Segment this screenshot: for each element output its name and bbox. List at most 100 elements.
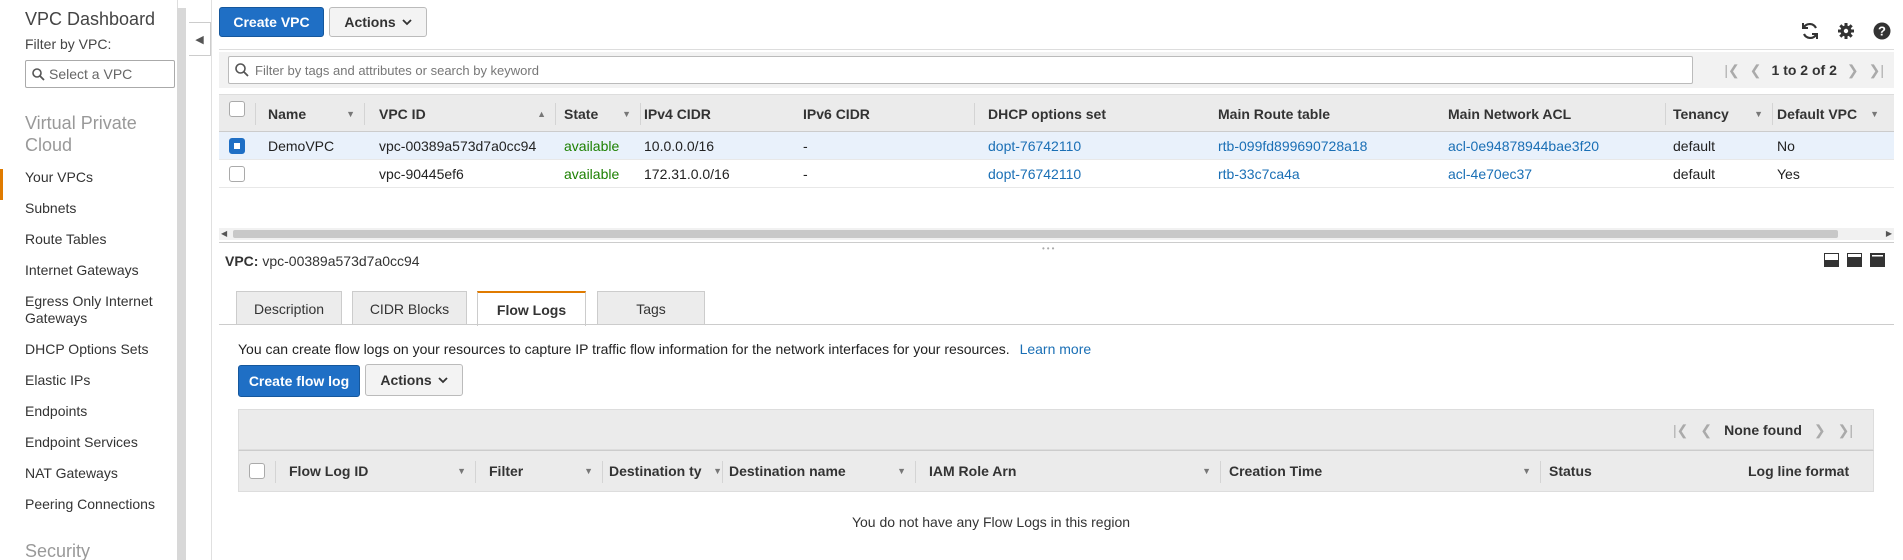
prev-page-icon[interactable]: ❮: [1750, 62, 1762, 79]
table-row[interactable]: vpc-90445ef6 available 172.31.0.0/16 - d…: [219, 160, 1894, 188]
collapse-sidebar-button[interactable]: ◀: [189, 22, 211, 56]
route-table-link[interactable]: rtb-33c7ca4a: [1218, 160, 1300, 188]
column-header-label: Main Route table: [1218, 105, 1331, 122]
column-header-state[interactable]: State ▼: [564, 95, 639, 132]
cell-default-vpc: Yes: [1777, 166, 1800, 182]
cell-name[interactable]: DemoVPC: [268, 132, 334, 160]
sort-icon: ▼: [457, 466, 466, 476]
sidebar-title[interactable]: VPC Dashboard: [25, 9, 155, 30]
column-header-default-vpc[interactable]: Default VPC ▼: [1777, 95, 1887, 132]
sidebar-item-dhcp-options-sets[interactable]: DHCP Options Sets: [0, 341, 175, 372]
last-page-icon[interactable]: ❯|: [1838, 422, 1853, 439]
tab-description[interactable]: Description: [236, 291, 342, 325]
layout-toggle-group: [1824, 253, 1885, 267]
column-header-creation-time[interactable]: Creation Time ▼: [1229, 451, 1539, 491]
column-header-main-network-acl[interactable]: Main Network ACL: [1448, 95, 1648, 132]
row-checkbox[interactable]: [229, 166, 245, 182]
filter-label: Filter by VPC:: [25, 36, 112, 52]
sidebar-item-elastic-ips[interactable]: Elastic IPs: [0, 372, 175, 403]
table-row[interactable]: DemoVPC vpc-00389a573d7a0cc94 available …: [219, 132, 1894, 160]
actions-button[interactable]: Actions: [329, 7, 427, 37]
chevron-left-icon: ◀: [195, 33, 204, 46]
column-header-vpc-id[interactable]: VPC ID ▲: [379, 95, 554, 132]
tab-tags[interactable]: Tags: [597, 291, 705, 325]
first-page-icon[interactable]: |❮: [1724, 62, 1739, 79]
layout-half-icon[interactable]: [1847, 253, 1862, 267]
network-acl-link[interactable]: acl-0e94878944bae3f20: [1448, 132, 1599, 160]
flow-logs-table-header: Flow Log ID ▼ Filter ▼ Destination ty ▼ Des…: [238, 450, 1874, 492]
column-header-log-line-format[interactable]: Log line format: [1748, 451, 1873, 491]
create-vpc-button[interactable]: Create VPC: [219, 7, 324, 37]
column-header-label: IPv4 CIDR: [644, 105, 711, 122]
first-page-icon[interactable]: |❮: [1673, 422, 1688, 439]
column-header-label: Destination name: [729, 463, 846, 479]
column-header-iam-role-arn[interactable]: IAM Role Arn ▼: [929, 451, 1219, 491]
sidebar-item-subnets[interactable]: Subnets: [0, 200, 175, 231]
chevron-down-icon: [438, 376, 448, 383]
row-checkbox[interactable]: [229, 138, 245, 154]
select-all-checkbox[interactable]: [229, 101, 245, 117]
column-header-dhcp-options-set[interactable]: DHCP options set: [988, 95, 1188, 132]
cell-ipv6-cidr: -: [803, 138, 808, 154]
tab-flow-logs[interactable]: Flow Logs: [477, 291, 586, 326]
layout-bottom-icon[interactable]: [1824, 253, 1839, 267]
last-page-icon[interactable]: ❯|: [1869, 62, 1884, 79]
vpc-filter-select[interactable]: Select a VPC: [25, 60, 175, 88]
learn-more-link[interactable]: Learn more: [1020, 341, 1092, 357]
column-separator: [974, 103, 975, 125]
scrollbar-thumb[interactable]: [233, 230, 1838, 238]
column-header-ipv6-cidr[interactable]: IPv6 CIDR: [803, 95, 973, 132]
tab-cidr-blocks[interactable]: CIDR Blocks: [352, 291, 467, 325]
sort-icon: ▼: [1754, 108, 1763, 119]
column-header-label: Tenancy: [1673, 105, 1729, 122]
select-all-checkbox[interactable]: [249, 463, 265, 479]
sidebar-item-nat-gateways[interactable]: NAT Gateways: [0, 465, 175, 496]
column-header-status[interactable]: Status: [1549, 451, 1729, 491]
search-icon: [32, 67, 45, 81]
column-header-destination-name[interactable]: Destination name ▼: [729, 451, 914, 491]
sidebar-item-endpoints[interactable]: Endpoints: [0, 403, 175, 434]
help-icon[interactable]: ?: [1871, 20, 1893, 42]
route-table-link[interactable]: rtb-099fd899690728a18: [1218, 132, 1367, 160]
column-header-label: Log line format: [1748, 463, 1850, 479]
column-separator: [915, 461, 916, 483]
horizontal-scrollbar[interactable]: ◀ ▶: [219, 228, 1894, 240]
column-header-name[interactable]: Name ▼: [268, 95, 363, 132]
search-input[interactable]: Filter by tags and attributes or search …: [228, 56, 1693, 84]
column-header-tenancy[interactable]: Tenancy ▼: [1673, 95, 1771, 132]
next-page-icon[interactable]: ❯: [1814, 422, 1826, 439]
sidebar-item-egress-only-internet-gateways[interactable]: Egress Only Internet Gateways: [0, 293, 175, 341]
column-header-flow-log-id[interactable]: Flow Log ID ▼: [289, 451, 474, 491]
column-separator: [275, 461, 276, 483]
scroll-right-icon[interactable]: ▶: [1886, 228, 1892, 240]
next-page-icon[interactable]: ❯: [1847, 62, 1859, 79]
column-header-ipv4-cidr[interactable]: IPv4 CIDR: [644, 95, 794, 132]
sidebar-item-endpoint-services[interactable]: Endpoint Services: [0, 434, 175, 465]
sidebar-item-your-vpcs[interactable]: Your VPCs: [0, 169, 175, 200]
dhcp-options-link[interactable]: dopt-76742110: [988, 160, 1081, 188]
sidebar-scrollbar[interactable]: [177, 8, 186, 560]
scroll-left-icon[interactable]: ◀: [221, 228, 227, 240]
drag-handle-icon[interactable]: •••: [1042, 244, 1056, 253]
layout-full-icon[interactable]: [1870, 253, 1885, 267]
column-header-destination-type[interactable]: Destination ty ▼: [609, 451, 724, 491]
network-acl-link[interactable]: acl-4e70ec37: [1448, 160, 1532, 188]
vpc-console: VPC Dashboard Filter by VPC: Select a VP…: [0, 0, 1903, 560]
prev-page-icon[interactable]: ❮: [1700, 422, 1712, 439]
sidebar-item-route-tables[interactable]: Route Tables: [0, 231, 175, 262]
create-flow-log-button[interactable]: Create flow log: [238, 365, 360, 397]
section-title-vpc: Virtual Private Cloud: [25, 113, 137, 155]
sort-icon: ▼: [584, 466, 593, 476]
tabs-divider: [219, 324, 1894, 325]
flow-logs-actions-button[interactable]: Actions: [365, 364, 463, 396]
cell-ipv4-cidr: 172.31.0.0/16: [644, 166, 730, 182]
sidebar-item-peering-connections[interactable]: Peering Connections: [0, 496, 175, 527]
column-header-filter[interactable]: Filter ▼: [489, 451, 601, 491]
column-header-main-route-table[interactable]: Main Route table: [1218, 95, 1418, 132]
sidebar-item-internet-gateways[interactable]: Internet Gateways: [0, 262, 175, 293]
cell-ipv4-cidr: 10.0.0.0/16: [644, 138, 715, 154]
gear-icon[interactable]: [1835, 20, 1857, 42]
dhcp-options-link[interactable]: dopt-76742110: [988, 132, 1081, 160]
pane-splitter[interactable]: [219, 242, 1894, 243]
refresh-icon[interactable]: [1799, 20, 1821, 42]
